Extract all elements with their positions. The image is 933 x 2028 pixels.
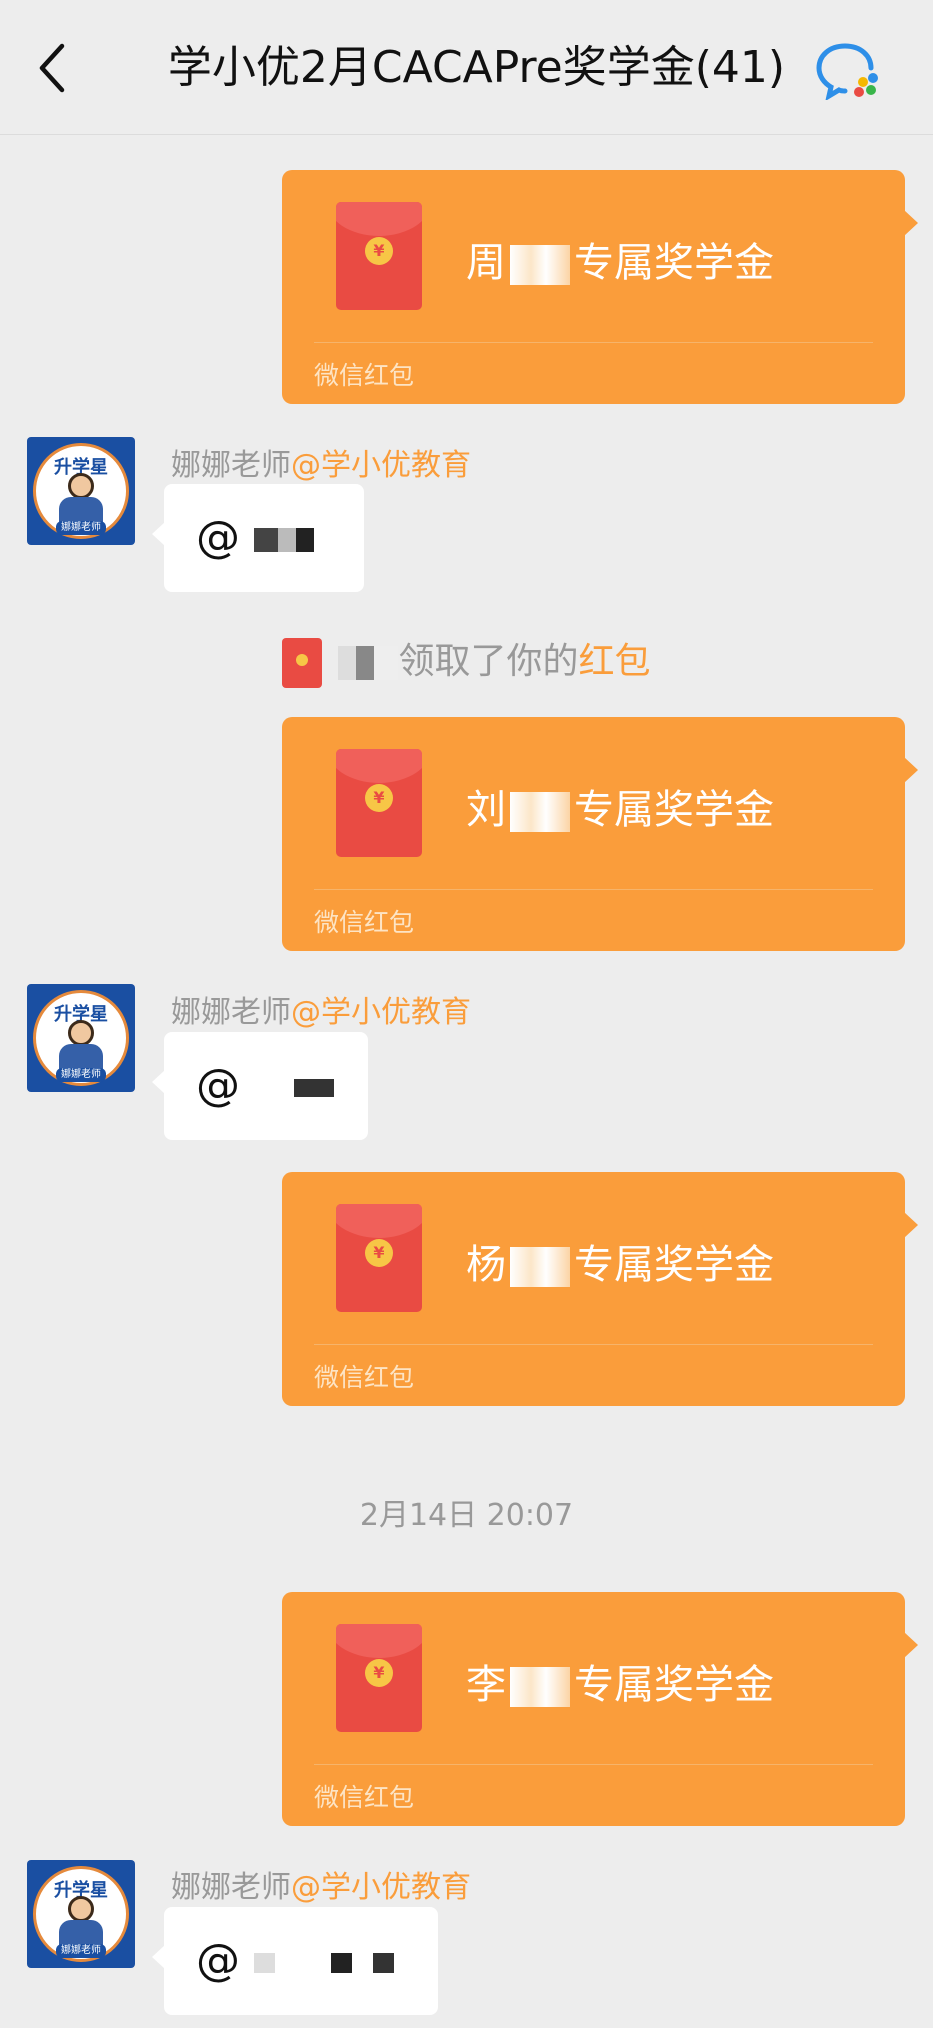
- red-packet-title: 杨专属奖学金: [466, 1242, 774, 1288]
- text-message-bubble[interactable]: @: [152, 1032, 368, 1140]
- redacted-name: [510, 245, 570, 285]
- red-envelope-icon: ¥: [336, 1204, 422, 1312]
- text-message-bubble[interactable]: @: [152, 1907, 438, 2015]
- red-packet-message[interactable]: ¥ 刘专属奖学金 微信红包: [282, 717, 918, 951]
- red-envelope-icon: ¥: [336, 202, 422, 310]
- system-notice: 领取了你的红包: [0, 632, 933, 688]
- red-envelope-icon: ¥: [336, 1624, 422, 1732]
- avatar[interactable]: 升学星 娜娜老师: [27, 437, 135, 545]
- sender-name: 娜娜老师@学小优教育: [171, 448, 471, 483]
- red-packet-title: 刘专属奖学金: [466, 787, 774, 833]
- timestamp: 2月14日 20:07: [359, 1498, 574, 1533]
- chat-header: 学小优2月CACAPre奖学金(41): [0, 0, 933, 135]
- wecom-chat-icon[interactable]: [815, 40, 881, 100]
- red-packet-footer: 微信红包: [314, 361, 415, 390]
- avatar[interactable]: 升学星 娜娜老师: [27, 984, 135, 1092]
- redacted-name: [510, 1667, 570, 1707]
- red-packet-footer: 微信红包: [314, 1363, 415, 1392]
- chevron-left-icon[interactable]: [30, 36, 80, 100]
- redacted-name: [510, 792, 570, 832]
- red-packet-message[interactable]: ¥ 杨专属奖学金 微信红包: [282, 1172, 918, 1406]
- red-packet-title: 周专属奖学金: [466, 240, 774, 286]
- red-packet-footer: 微信红包: [314, 1783, 415, 1812]
- redacted-name: [510, 1247, 570, 1287]
- red-packet-footer: 微信红包: [314, 908, 415, 937]
- red-envelope-icon: [282, 638, 323, 688]
- red-packet-message[interactable]: ¥ 李专属奖学金 微信红包: [282, 1592, 918, 1826]
- sender-name: 娜娜老师@学小优教育: [171, 995, 471, 1030]
- text-message-bubble[interactable]: @: [152, 484, 364, 592]
- red-packet-message[interactable]: ¥ 周专属奖学金 微信红包: [282, 170, 918, 404]
- avatar[interactable]: 升学星 娜娜老师: [27, 1860, 135, 1968]
- sender-name: 娜娜老师@学小优教育: [171, 1870, 471, 1905]
- red-envelope-icon: ¥: [336, 749, 422, 857]
- red-packet-title: 李专属奖学金: [466, 1662, 774, 1708]
- chat-title: 学小优2月CACAPre奖学金(41): [167, 42, 786, 93]
